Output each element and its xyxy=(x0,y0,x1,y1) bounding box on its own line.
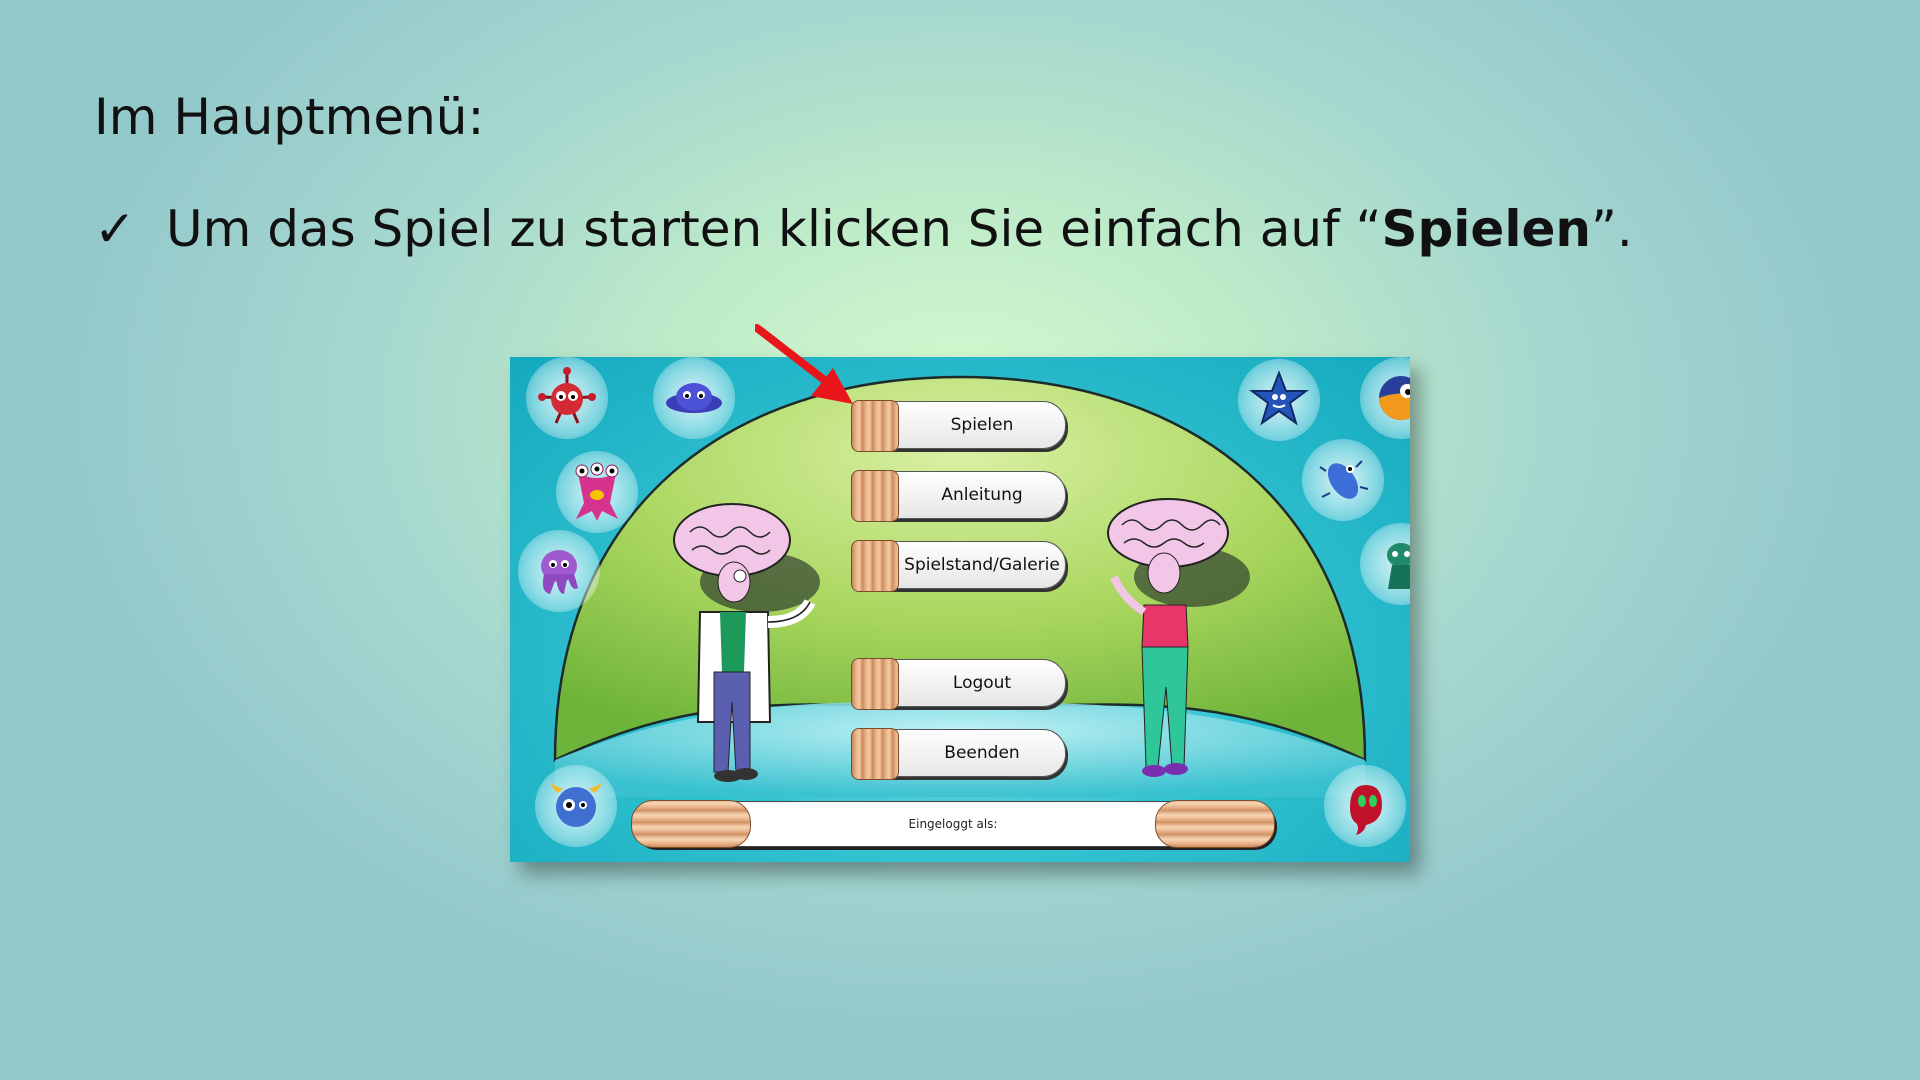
spielen-button-label: Spielen xyxy=(950,415,1014,435)
green-alien-monster-icon xyxy=(1362,525,1410,603)
beenden-button[interactable]: Beenden xyxy=(851,728,1066,780)
login-status-bar: Eingeloggt als: xyxy=(631,800,1275,848)
logout-button[interactable]: Logout xyxy=(851,658,1066,710)
spielstand-galerie-button[interactable]: Spielstand/Galerie xyxy=(851,540,1066,592)
red-virus-monster-icon xyxy=(528,359,606,437)
test-tube-cap-icon xyxy=(851,540,899,592)
blue-ufo-monster-icon xyxy=(655,359,733,437)
male-scientist-character xyxy=(670,502,840,807)
test-tube-cap-icon xyxy=(851,470,899,522)
instruction-bullet: ✓ Um das Spiel zu starten klicken Sie ein… xyxy=(94,200,1633,258)
anleitung-button[interactable]: Anleitung xyxy=(851,470,1066,522)
blue-horned-monster-icon xyxy=(537,767,615,845)
spielen-button[interactable]: Spielen xyxy=(851,400,1066,452)
red-ghost-monster-icon xyxy=(1326,767,1404,845)
female-scientist-character xyxy=(1102,497,1252,802)
slide-title: Im Hauptmenü: xyxy=(94,88,485,146)
blue-star-monster-icon xyxy=(1240,361,1318,439)
anleitung-button-label: Anleitung xyxy=(941,485,1023,505)
red-pointer-arrow-icon xyxy=(755,324,853,404)
instruction-bold-spielen: Spielen xyxy=(1381,200,1591,258)
spielstand-galerie-button-label: Spielstand/Galerie xyxy=(904,555,1060,575)
test-tube-cap-icon xyxy=(851,728,899,780)
instruction-text: Um das Spiel zu starten klicken Sie einf… xyxy=(166,200,1382,258)
purple-octopus-monster-icon xyxy=(520,532,598,610)
pink-three-eyed-monster-icon xyxy=(558,453,636,531)
game-main-menu-screenshot: Spielen Anleitung Spielstand/Galerie Log… xyxy=(510,357,1410,862)
orange-blue-ball-monster-icon xyxy=(1362,359,1410,437)
test-tube-cap-icon xyxy=(851,658,899,710)
beenden-button-label: Beenden xyxy=(944,743,1020,763)
instruction-text-end: ”. xyxy=(1590,200,1633,258)
blue-bacteria-monster-icon xyxy=(1304,441,1382,519)
logout-button-label: Logout xyxy=(952,673,1012,693)
login-status-label: Eingeloggt als: xyxy=(908,817,998,831)
checkmark-icon: ✓ xyxy=(94,200,136,258)
